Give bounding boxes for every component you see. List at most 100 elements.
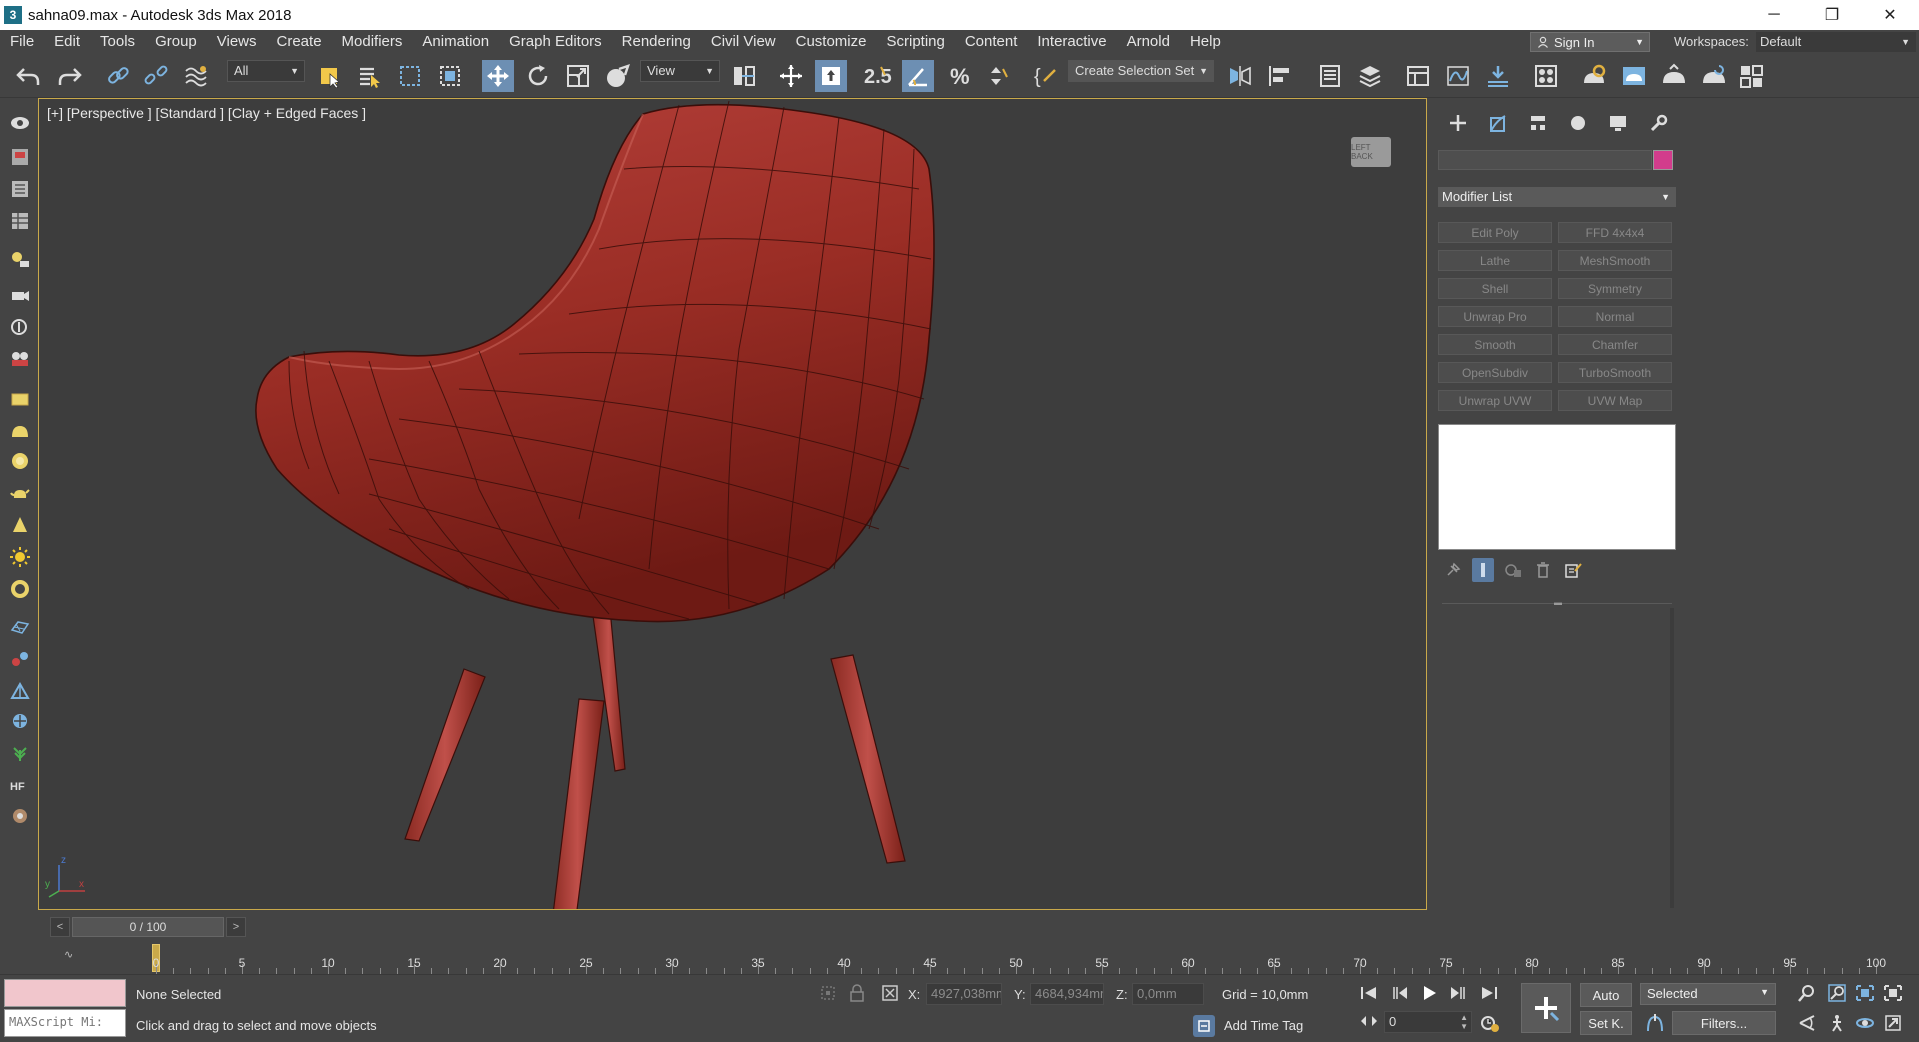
modifier-chamfer-button[interactable]: Chamfer [1558,334,1672,355]
hierarchy-tab[interactable] [1518,110,1558,136]
maxscript-mini-listener[interactable]: MAXScript Mi: [4,1009,126,1037]
key-mode-dropdown[interactable]: Selected ▼ [1640,983,1776,1005]
table-panel-icon[interactable] [9,210,31,232]
workspaces-select[interactable]: Default ▼ [1756,32,1916,52]
hair-fur-icon[interactable]: HF [9,774,31,796]
mirror-icon[interactable] [1224,60,1256,92]
rendered-frame-window-icon[interactable] [1618,60,1650,92]
placement-icon[interactable] [602,60,634,92]
walk-through-icon[interactable] [1824,1011,1850,1035]
layer-explorer-icon[interactable] [1354,60,1386,92]
pin-stack-icon[interactable] [1438,558,1468,582]
motion-tab[interactable] [1558,110,1598,136]
angle-snap-icon[interactable] [902,60,934,92]
move-icon[interactable] [482,60,514,92]
particle-system-icon[interactable] [9,616,31,638]
object-color-swatch[interactable] [1653,150,1673,170]
next-frame-icon[interactable] [1446,981,1472,1005]
sphere-primitive-icon[interactable] [9,450,31,472]
minimize-button[interactable]: ─ [1745,0,1803,30]
modifier-turbosmooth-button[interactable]: TurboSmooth [1558,362,1672,383]
modifier-lathe-button[interactable]: Lathe [1438,250,1552,271]
list-panel-icon[interactable] [9,178,31,200]
set-keys-icon[interactable] [1521,983,1571,1033]
menu-create[interactable]: Create [267,30,332,54]
add-time-tag[interactable]: Add Time Tag [1224,1018,1303,1033]
menu-interactive[interactable]: Interactive [1027,30,1116,54]
show-end-result-icon[interactable] [1472,558,1494,582]
modifier-shell-button[interactable]: Shell [1438,278,1552,299]
drag-handle-icon[interactable]: ▬ [1554,598,1562,607]
utilities-tab[interactable] [1638,110,1678,136]
rectangular-selection-icon[interactable] [394,60,426,92]
menu-tools[interactable]: Tools [90,30,145,54]
zoom-icon[interactable] [1794,981,1820,1005]
video-camera-icon[interactable] [9,348,31,370]
key-mode-toggle-icon[interactable] [1360,1013,1378,1029]
select-by-name-icon[interactable] [354,60,386,92]
modifier-unwrap-uvw-button[interactable]: Unwrap UVW [1438,390,1552,411]
render-iterative-icon[interactable] [1698,60,1730,92]
bind-space-warp-icon[interactable] [180,60,212,92]
modifier-symmetry-button[interactable]: Symmetry [1558,278,1672,299]
time-slider-prev-button[interactable]: < [50,917,70,937]
selection-lock-icon[interactable] [848,983,866,1003]
current-frame-field[interactable]: 0 ▲ ▼ [1384,1011,1472,1033]
app-icon[interactable]: 3 [4,6,22,24]
sun-light-icon[interactable] [9,546,31,568]
z-coord-field[interactable]: 0,0mm [1132,983,1204,1005]
go-to-start-icon[interactable] [1356,981,1382,1005]
auto-key-button[interactable]: Auto [1580,983,1632,1007]
time-tag-icon[interactable] [1193,1015,1215,1037]
default-in-out-tangent-icon[interactable] [1644,1011,1666,1035]
time-configuration-icon[interactable] [1480,1013,1500,1033]
zoom-extents-icon[interactable] [1852,981,1878,1005]
isolate-selection-icon[interactable] [818,983,838,1003]
named-selection-dropdown[interactable]: Create Selection Set ▼ [1068,60,1214,82]
go-to-end-icon[interactable] [1476,981,1502,1005]
modifier-list-dropdown[interactable]: Modifier List ▼ [1438,187,1676,207]
redo-icon[interactable] [54,60,86,92]
object-name-field[interactable] [1438,150,1652,170]
menu-scripting[interactable]: Scripting [876,30,954,54]
menu-file[interactable]: File [0,30,44,54]
link-icon[interactable] [102,60,134,92]
select-object-icon[interactable] [314,60,346,92]
foliage-icon[interactable] [9,742,31,764]
menu-views[interactable]: Views [207,30,267,54]
render-setup-icon[interactable] [1578,60,1610,92]
populate-icon[interactable] [9,804,31,826]
modify-tab[interactable] [1478,110,1518,136]
key-filters-button[interactable]: Filters... [1672,1011,1776,1035]
time-slider[interactable]: < 0 / 100 > [50,916,250,938]
set-key-button[interactable]: Set K. [1580,1011,1632,1035]
previous-frame-icon[interactable] [1386,981,1412,1005]
create-tab[interactable] [1438,110,1478,136]
close-button[interactable]: ✕ [1861,0,1919,30]
modifier-edit-poly-button[interactable]: Edit Poly [1438,222,1552,243]
modifier-ffd-button[interactable]: FFD 4x4x4 [1558,222,1672,243]
modifier-uvw-map-button[interactable]: UVW Map [1558,390,1672,411]
time-slider-thumb[interactable]: 0 / 100 [72,917,224,937]
perspective-viewport[interactable]: [+] [Perspective ] [Standard ] [Clay + E… [38,98,1427,910]
helpers-icon[interactable] [9,680,31,702]
space-warps-icon[interactable] [9,710,31,732]
remove-modifier-icon[interactable] [1528,558,1558,582]
menu-content[interactable]: Content [955,30,1028,54]
play-icon[interactable] [1416,981,1442,1005]
menu-modifiers[interactable]: Modifiers [332,30,413,54]
viewport-layouts-icon[interactable] [9,112,31,134]
camera-list-icon[interactable] [9,284,31,306]
curve-editor-toggle-icon[interactable]: ∿ [64,948,73,961]
snaps-toggle-icon[interactable]: 2.5 [862,60,894,92]
zoom-extents-all-icon[interactable] [1880,981,1906,1005]
menu-help[interactable]: Help [1180,30,1231,54]
menu-animation[interactable]: Animation [412,30,499,54]
track-ruler[interactable]: 0 5 10 15 20 25 30 35 40 45 50 55 60 65 70 75 80 85 90 95 10… [114,942,1906,974]
rotate-icon[interactable] [522,60,554,92]
armchair-model[interactable] [39,99,1427,910]
menu-rendering[interactable]: Rendering [612,30,701,54]
cone-primitive-icon[interactable] [9,514,31,536]
scale-icon[interactable] [562,60,594,92]
maximize-viewport-icon[interactable] [1880,1011,1906,1035]
